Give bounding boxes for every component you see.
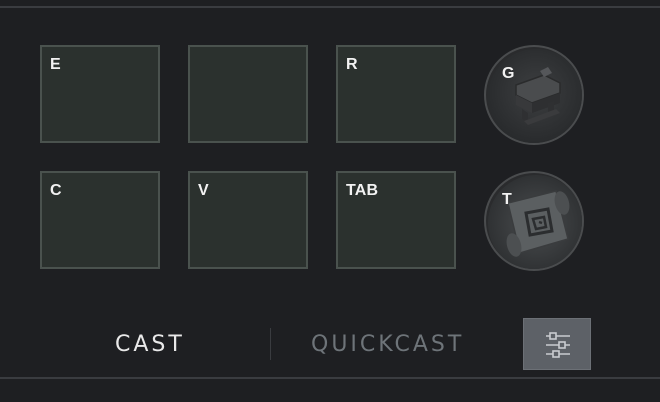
hotkey-label: G xyxy=(502,65,515,82)
top-divider xyxy=(0,6,660,8)
cast-mode-selector: CAST QUICKCAST xyxy=(0,318,660,370)
ability-slot-empty[interactable] xyxy=(188,45,308,143)
sliders-icon xyxy=(546,332,570,358)
hotkey-panel: E R C V TAB G T CAST QUICKCAST xyxy=(0,0,660,402)
hotkey-label: R xyxy=(346,56,358,73)
anvil-icon xyxy=(488,49,582,143)
quickcast-option[interactable]: QUICKCAST xyxy=(311,332,464,357)
hotkey-settings-button[interactable] xyxy=(523,318,591,370)
item-slot-t[interactable]: T xyxy=(484,171,584,271)
cast-divider xyxy=(270,328,271,360)
item-slot-g[interactable]: G xyxy=(484,45,584,145)
ability-slot-c[interactable]: C xyxy=(40,171,160,269)
ability-slot-e[interactable]: E xyxy=(40,45,160,143)
scroll-icon xyxy=(488,175,582,269)
ability-slot-tab[interactable]: TAB xyxy=(336,171,456,269)
hotkey-label: TAB xyxy=(346,182,379,199)
hotkey-label: C xyxy=(50,182,62,199)
ability-slot-v[interactable]: V xyxy=(188,171,308,269)
hotkey-label: T xyxy=(502,191,512,208)
cast-option[interactable]: CAST xyxy=(115,332,185,357)
bottom-divider xyxy=(0,377,660,379)
ability-slot-r[interactable]: R xyxy=(336,45,456,143)
hotkey-label: E xyxy=(50,56,61,73)
hotkey-label: V xyxy=(198,182,209,199)
